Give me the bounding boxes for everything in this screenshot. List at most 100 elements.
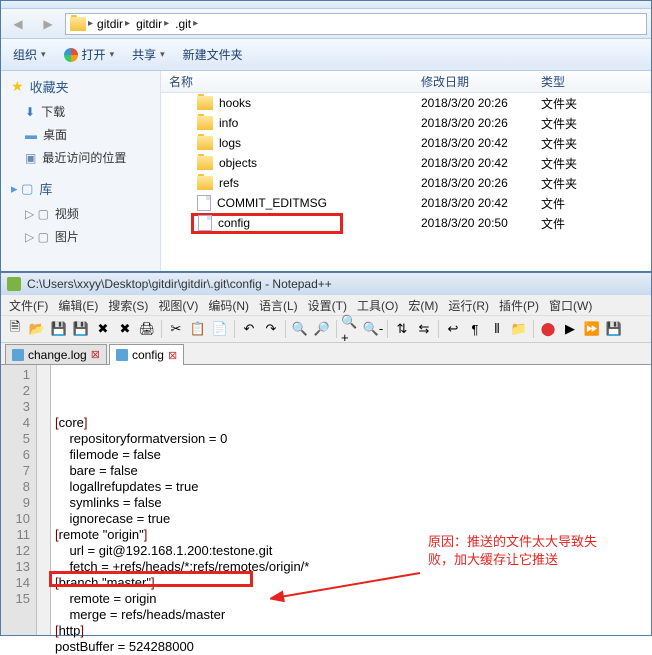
nav-row: ◀ ▶ ▸ gitdir ▸ gitdir ▸ .git ▸ [1, 9, 651, 39]
copy-icon[interactable]: 📋 [188, 319, 208, 339]
save-all-icon[interactable]: 💾 [71, 319, 91, 339]
editor-tab[interactable]: config⊠ [109, 344, 184, 365]
code-line[interactable]: bare = false [55, 463, 647, 479]
code-line[interactable]: filemode = false [55, 447, 647, 463]
menu-item[interactable]: 搜索(S) [104, 297, 152, 314]
open-file-icon[interactable]: 📂 [27, 319, 47, 339]
indent-guide-icon[interactable]: ⫴ [487, 319, 507, 339]
menu-item[interactable]: 插件(P) [495, 297, 543, 314]
code-line[interactable]: [http] [55, 623, 647, 639]
sync-v-icon[interactable]: ⇅ [392, 319, 412, 339]
menu-item[interactable]: 文件(F) [5, 297, 52, 314]
file-row[interactable]: COMMIT_EDITMSG2018/3/20 20:42文件 [161, 193, 651, 213]
zoom-in-icon[interactable]: 🔍+ [341, 319, 361, 339]
favorites-header[interactable]: ★收藏夹 [11, 77, 150, 96]
column-headers: 名称 修改日期 类型 [161, 71, 651, 93]
code-line[interactable]: ignorecase = true [55, 511, 647, 527]
code-line[interactable]: repositoryformatversion = 0 [55, 431, 647, 447]
sync-h-icon[interactable]: ⇆ [414, 319, 434, 339]
folder-icon [197, 156, 213, 170]
explorer-sidebar: ★收藏夹 ⬇下载 ▬桌面 ▣最近访问的位置 ▸ ▢库 ▷ ▢视频 ▷ ▢图片 [1, 71, 161, 271]
col-name-header[interactable]: 名称 [161, 73, 421, 90]
word-wrap-icon[interactable]: ↩ [443, 319, 463, 339]
menu-item[interactable]: 宏(M) [404, 297, 442, 314]
new-folder-button[interactable]: 新建文件夹 [183, 46, 243, 63]
undo-icon[interactable]: ↶ [239, 319, 259, 339]
file-row[interactable]: info2018/3/20 20:26文件夹 [161, 113, 651, 133]
libraries-header[interactable]: ▸ ▢库 [11, 179, 150, 198]
breadcrumb[interactable]: gitdir ▸ [95, 17, 132, 31]
folder-icon [197, 96, 213, 110]
sidebar-item-recent[interactable]: ▣最近访问的位置 [11, 146, 150, 169]
menu-item[interactable]: 编辑(E) [54, 297, 102, 314]
menu-item[interactable]: 编码(N) [204, 297, 253, 314]
tab-close-icon[interactable]: ⊠ [91, 348, 100, 361]
folder-icon [197, 176, 213, 190]
menu-item[interactable]: 工具(O) [353, 297, 402, 314]
folder-icon [70, 17, 86, 31]
highlight-http-section [49, 571, 253, 587]
file-list-pane: 名称 修改日期 类型 hooks2018/3/20 20:26文件夹info20… [161, 71, 651, 271]
breadcrumb[interactable]: .git ▸ [173, 17, 200, 31]
menu-item[interactable]: 设置(T) [304, 297, 351, 314]
code-line[interactable]: postBuffer = 524288000 [55, 639, 647, 655]
code-line[interactable]: merge = refs/heads/master [55, 607, 647, 623]
find-icon[interactable]: 🔍 [290, 319, 310, 339]
npp-tab-bar: change.log⊠config⊠ [1, 343, 651, 365]
folder-icon [197, 116, 213, 130]
code-line[interactable]: [core] [55, 415, 647, 431]
zoom-out-icon[interactable]: 🔍- [363, 319, 383, 339]
npp-title-text: C:\Users\xxyy\Desktop\gitdir\gitdir\.git… [27, 277, 332, 291]
file-row[interactable]: refs2018/3/20 20:26文件夹 [161, 173, 651, 193]
macro-multi-icon[interactable]: ⏩ [582, 319, 602, 339]
new-file-icon[interactable]: 🗎 [5, 319, 25, 339]
fold-margin[interactable] [37, 365, 51, 635]
forward-button[interactable]: ▶ [35, 12, 61, 36]
explorer-titlebar [1, 1, 651, 9]
sidebar-item-downloads[interactable]: ⬇下载 [11, 100, 150, 123]
organize-menu[interactable]: 组织 ▾ [13, 46, 46, 63]
close-icon[interactable]: ✖ [93, 319, 113, 339]
annotation-text: 原因：推送的文件太大导致失 败，加大缓存让它推送 [428, 533, 597, 569]
col-type-header[interactable]: 类型 [541, 73, 601, 90]
col-date-header[interactable]: 修改日期 [421, 73, 541, 90]
cut-icon[interactable]: ✂ [166, 319, 186, 339]
file-icon [12, 349, 24, 361]
save-icon[interactable]: 💾 [49, 319, 69, 339]
star-icon: ★ [11, 78, 24, 95]
menu-item[interactable]: 窗口(W) [545, 297, 596, 314]
macro-rec-icon[interactable]: ⬤ [538, 319, 558, 339]
redo-icon[interactable]: ↷ [261, 319, 281, 339]
file-row[interactable]: hooks2018/3/20 20:26文件夹 [161, 93, 651, 113]
sidebar-item-desktop[interactable]: ▬桌面 [11, 123, 150, 146]
lang-icon[interactable]: 📁 [509, 319, 529, 339]
npp-app-icon [7, 277, 21, 291]
open-menu[interactable]: 打开 ▾ [64, 46, 115, 63]
menu-item[interactable]: 视图(V) [154, 297, 202, 314]
code-line[interactable]: logallrefupdates = true [55, 479, 647, 495]
show-all-chars-icon[interactable]: ¶ [465, 319, 485, 339]
close-all-icon[interactable]: ✖ [115, 319, 135, 339]
file-row[interactable]: objects2018/3/20 20:42文件夹 [161, 153, 651, 173]
file-row[interactable]: logs2018/3/20 20:42文件夹 [161, 133, 651, 153]
share-menu[interactable]: 共享 ▾ [132, 46, 165, 63]
breadcrumb[interactable]: gitdir ▸ [134, 17, 171, 31]
chevron-right-icon: ▸ [88, 18, 93, 29]
macro-play-icon[interactable]: ▶ [560, 319, 580, 339]
editor-tab[interactable]: change.log⊠ [5, 344, 107, 364]
paste-icon[interactable]: 📄 [210, 319, 230, 339]
macro-save-icon[interactable]: 💾 [604, 319, 624, 339]
print-icon[interactable]: 🖨 [137, 319, 157, 339]
sidebar-item-videos[interactable]: ▷ ▢视频 [11, 202, 150, 225]
folder-icon [197, 136, 213, 150]
config-highlight: config [191, 213, 343, 234]
address-bar[interactable]: ▸ gitdir ▸ gitdir ▸ .git ▸ [65, 13, 647, 35]
code-line[interactable]: symlinks = false [55, 495, 647, 511]
file-row[interactable]: config2018/3/20 20:50文件 [161, 213, 651, 233]
back-button[interactable]: ◀ [5, 12, 31, 36]
sidebar-item-pictures[interactable]: ▷ ▢图片 [11, 225, 150, 248]
replace-icon[interactable]: 🔎 [312, 319, 332, 339]
menu-item[interactable]: 语言(L) [255, 297, 302, 314]
tab-close-icon[interactable]: ⊠ [168, 349, 177, 362]
menu-item[interactable]: 运行(R) [444, 297, 493, 314]
